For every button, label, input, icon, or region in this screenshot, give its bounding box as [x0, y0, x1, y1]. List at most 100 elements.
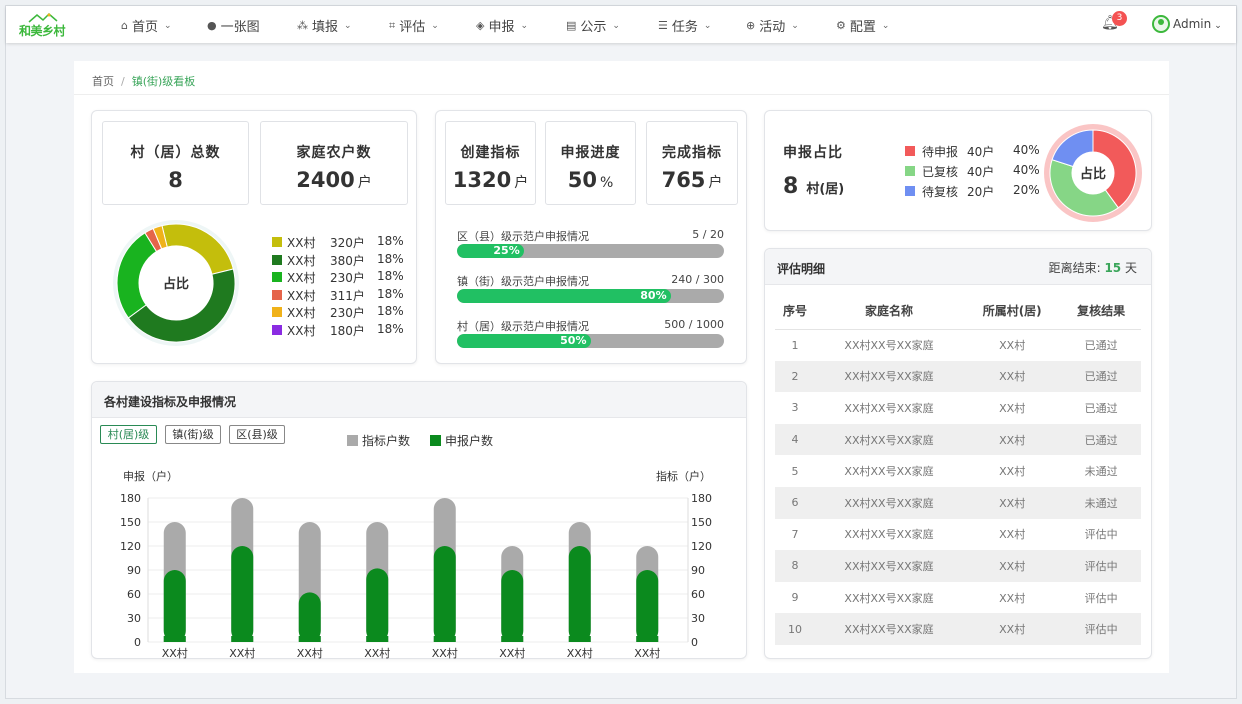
progress-percent: 50%	[560, 334, 587, 347]
progress-track: 25%	[457, 244, 724, 258]
declare-ratio-value: 8	[783, 174, 799, 199]
x-tick-label: XX村	[432, 646, 458, 660]
indicator-card: 创建指标 1320 户 申报进度 50% 完成指标 765 户 区（县）级示范户申报…	[435, 110, 747, 364]
review-result: 评估中	[1061, 613, 1141, 645]
legend-count: 180户	[330, 324, 365, 338]
legend-series-name: 指标户数	[362, 434, 411, 448]
table-row[interactable]: 5 XX村XX号XX家庭 XX村 未通过	[775, 455, 1141, 487]
top-nav-bar: 和美乡村 ⌂ 首页 ⌄ ● 一张图 ⁂ 填报 ⌄ ⌗ 评估 ⌄ ◈ 申报 ⌄ ▤ 公示 ⌄ ☰ 任务 ⌄ ⊕ 活动 ⌄ ⚙ 配置…	[6, 6, 1236, 43]
legend-swatch	[272, 325, 282, 335]
bar-declared[interactable]	[636, 570, 659, 642]
legend-name: XX村	[287, 271, 316, 286]
table-row[interactable]: 7 XX村XX号XX家庭 XX村 评估中	[775, 519, 1141, 551]
village-bar-chart: 申报（户） 指标（户） 180 180 150 150 120 120 90 90 60 60 30 30…	[120, 469, 712, 660]
legend-count: 20户	[967, 185, 995, 199]
chevron-down-icon: ⌄	[703, 20, 712, 31]
x-tick-label: XX村	[634, 646, 660, 660]
bar-legend-item[interactable]: 申报户数	[430, 432, 493, 449]
cluster-icon: ⁂	[297, 19, 308, 32]
app-window: 和美乡村 ⌂ 首页 ⌄ ● 一张图 ⁂ 填报 ⌄ ⌗ 评估 ⌄ ◈ 申报 ⌄ ▤ 公示 ⌄ ☰ 任务 ⌄ ⊕ 活动 ⌄ ⚙ 配置…	[5, 5, 1237, 699]
bar-declared[interactable]	[501, 570, 524, 642]
legend-count: 230户	[330, 306, 365, 321]
nav-item[interactable]: ⌂ 首页 ⌄	[121, 16, 172, 35]
level-tab[interactable]: 村(居)级	[100, 425, 157, 444]
table-row[interactable]: 6 XX村XX号XX家庭 XX村 未通过	[775, 486, 1141, 519]
legend-swatch	[272, 237, 282, 247]
nav-item-label: 首页	[131, 20, 158, 35]
lifebuoy-icon: ⊕	[746, 19, 756, 32]
level-tab[interactable]: 镇(街)级	[165, 425, 221, 444]
nav-item[interactable]: ⊕ 活动 ⌄	[746, 16, 799, 35]
table-row[interactable]: 8 XX村XX号XX家庭 XX村 评估中	[775, 550, 1141, 582]
legend-series-name: 申报户数	[445, 434, 494, 448]
y-tick-left: 120	[120, 540, 141, 553]
legend-swatch	[430, 435, 441, 446]
bar-declared[interactable]	[298, 592, 321, 642]
column-header[interactable]: 复核结果	[1061, 293, 1141, 330]
legend-name: XX村	[287, 306, 316, 321]
table-row[interactable]: 3 XX村XX号XX家庭 XX村 已通过	[775, 392, 1141, 424]
table-row[interactable]: 10 XX村XX号XX家庭 XX村 评估中	[775, 613, 1141, 645]
review-result: 未通过	[1084, 465, 1118, 479]
bar-declared[interactable]	[433, 546, 456, 642]
divider	[74, 94, 1169, 95]
bar-declared[interactable]	[231, 546, 254, 642]
created-indicator-label: 创建指标	[460, 145, 521, 161]
completed-indicator-value: 765	[661, 168, 706, 192]
bar-declared[interactable]	[366, 568, 389, 642]
row-index: 2	[775, 360, 815, 393]
legend-pct: 18%	[377, 234, 404, 248]
progress-item: 镇（街）级示范户申报情况 240 / 300 80%	[457, 273, 724, 305]
review-result: 评估中	[1084, 528, 1118, 542]
bar-legend-item[interactable]: 指标户数	[347, 432, 410, 449]
app-logo[interactable]: 和美乡村	[19, 13, 69, 38]
nav-item-label: 一张图	[220, 20, 260, 35]
nav-item[interactable]: ⁂ 填报 ⌄	[297, 16, 352, 35]
nav-item[interactable]: ● 一张图	[207, 16, 260, 35]
completed-indicator-value-row: 765 户	[647, 168, 737, 192]
nav-item[interactable]: ◈ 申报 ⌄	[476, 16, 528, 35]
bar-chart-card-header: 各村建设指标及申报情况	[92, 382, 746, 418]
village-bar-chart-card: 各村建设指标及申报情况 村(居)级 镇(街)级 区(县)级 指标户数 申报户数 申报（…	[91, 381, 747, 660]
user-menu[interactable]: Admin ⌄	[1173, 17, 1222, 31]
legend-name: XX村	[287, 324, 316, 338]
family-name: XX村XX号XX家庭	[814, 423, 964, 456]
y-tick-right: 150	[691, 516, 712, 529]
breadcrumb-home[interactable]: 首页	[92, 75, 114, 88]
x-tick-label: XX村	[297, 646, 323, 660]
family-name: XX村XX号XX家庭	[814, 613, 964, 645]
progress-percent: 25%	[493, 244, 520, 257]
legend-name: XX村	[287, 288, 316, 303]
row-index: 7	[791, 527, 799, 541]
column-header[interactable]: 家庭名称	[814, 293, 964, 330]
declare-ratio-value-row: 8 村(居)	[783, 174, 844, 199]
table-row[interactable]: 4 XX村XX号XX家庭 XX村 已通过	[775, 423, 1141, 456]
table-row[interactable]: 2 XX村XX号XX家庭 XX村 已通过	[775, 360, 1141, 393]
legend-pct: 40%	[1013, 163, 1040, 177]
progress-item: 村（居）级示范户申报情况 500 / 1000 50%	[457, 318, 724, 350]
legend-swatch	[272, 254, 282, 265]
village-name: XX村	[999, 339, 1026, 353]
legend-pct: 18%	[377, 304, 404, 319]
nav-item[interactable]: ⌗ 评估 ⌄	[389, 16, 439, 36]
bar-declared[interactable]	[163, 570, 186, 642]
bar-declared[interactable]	[568, 546, 591, 642]
countdown-label: 距离结束:	[1048, 261, 1101, 275]
nav-item[interactable]: ⚙ 配置 ⌄	[836, 16, 889, 35]
table-row[interactable]: 9 XX村XX号XX家庭 XX村 评估中	[775, 582, 1141, 614]
declare-progress-value-row: 50%	[546, 168, 635, 192]
village-count-value: 8	[168, 168, 183, 192]
family-name: XX村XX号XX家庭	[844, 591, 934, 605]
village-name: XX村	[999, 465, 1026, 479]
review-result: 已通过	[1061, 423, 1141, 456]
column-header[interactable]: 序号	[775, 293, 815, 330]
review-result: 已通过	[1084, 339, 1118, 353]
column-header[interactable]: 所属村(居)	[963, 293, 1062, 330]
user-avatar-icon[interactable]	[1152, 15, 1170, 33]
table-row[interactable]: 1 XX村XX号XX家庭 XX村 已通过	[775, 329, 1141, 361]
nav-item[interactable]: ▤ 公示 ⌄	[566, 16, 620, 35]
breadcrumb-current: 镇(街)级看板	[131, 75, 196, 88]
nav-item[interactable]: ☰ 任务 ⌄	[658, 16, 711, 35]
level-tab[interactable]: 区(县)级	[229, 425, 285, 444]
legend-count: 320户	[330, 236, 365, 250]
